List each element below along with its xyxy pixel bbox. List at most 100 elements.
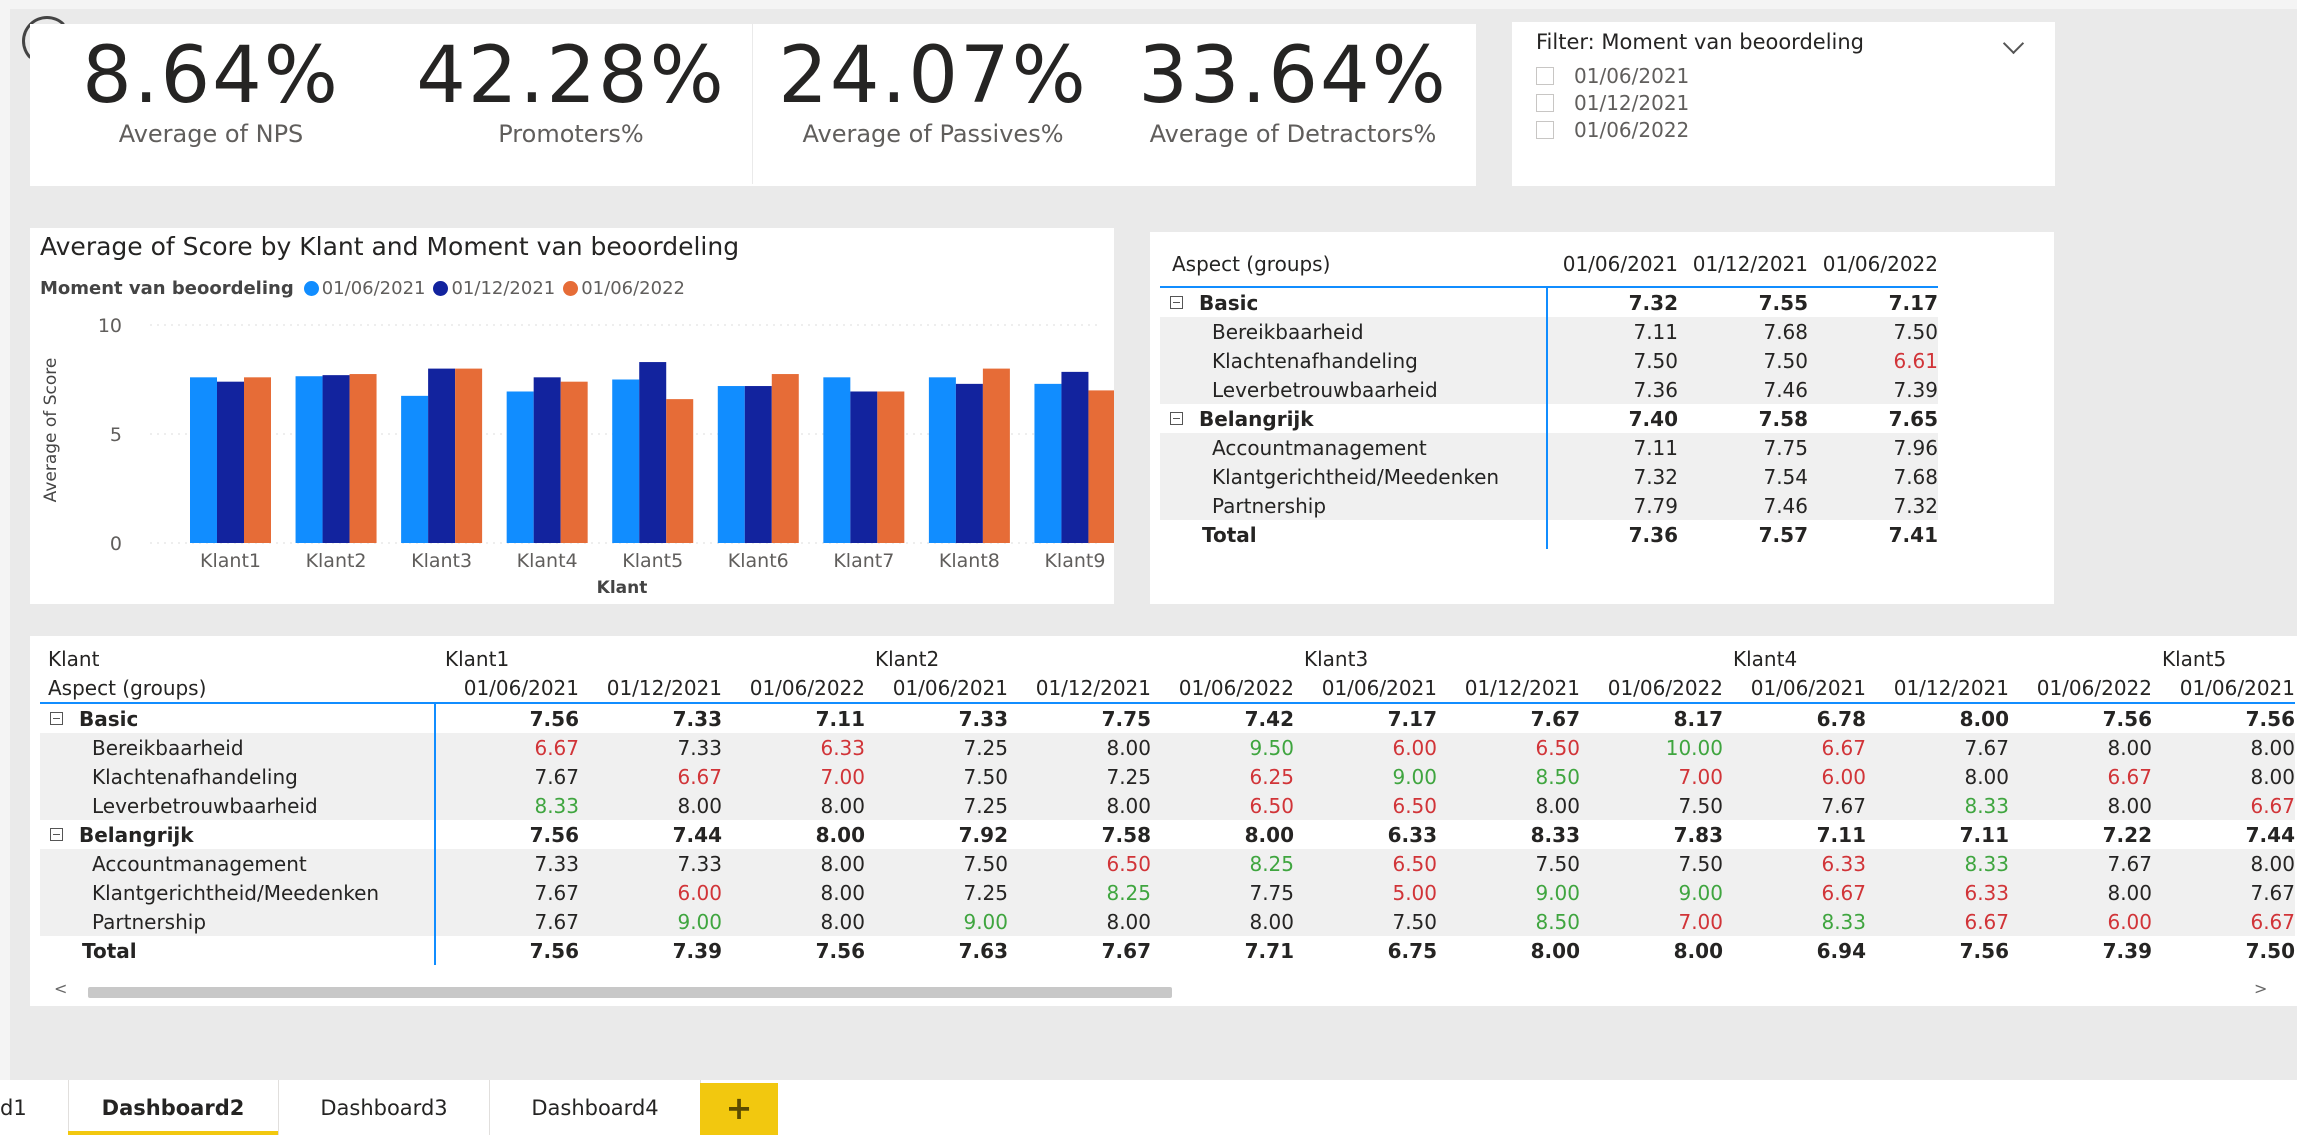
legend-item[interactable]: 01/12/2021 [433, 278, 555, 299]
collapse-toggle-icon[interactable] [50, 711, 63, 725]
chart-title: Average of Score by Klant and Moment van… [40, 232, 740, 261]
matrix-row[interactable]: Accountmanagement 7.33 7.33 8.00 7.50 6.50 8.2… [40, 849, 2295, 878]
bar-klant1-2[interactable] [217, 381, 244, 543]
row-label[interactable]: Belangrijk [1160, 404, 1548, 433]
row-label[interactable]: Belangrijk [40, 820, 436, 849]
value-cell: 7.11 [1547, 433, 1678, 462]
column-header: 01/06/2022 [1151, 673, 1294, 704]
value-cell: 7.11 [815, 706, 865, 731]
tab-dashboard3[interactable]: Dashboard3 [279, 1080, 490, 1135]
add-page-button[interactable]: + [700, 1083, 778, 1135]
matrix-row[interactable]: Partnership 7.67 9.00 8.00 9.00 8.00 8.00 7.50 8… [40, 907, 2295, 936]
value-cell: 6.00 [1294, 733, 1437, 762]
scrollbar-thumb[interactable] [88, 987, 1172, 998]
column-header: 01/12/2021 [1437, 673, 1580, 704]
bar-klant8-2[interactable] [955, 383, 983, 543]
y-tick-label: 10 [98, 315, 122, 337]
bar-klant3-3[interactable] [455, 368, 483, 543]
bar-klant6-1[interactable] [717, 386, 745, 543]
matrix-row[interactable]: Total 7.56 7.39 7.56 7.63 7.67 7.71 6.75 8.00 8.0… [40, 936, 2295, 965]
horizontal-scrollbar[interactable]: < > [40, 979, 2297, 1001]
collapse-toggle-icon[interactable] [1170, 411, 1183, 425]
bar-klant3-2[interactable] [428, 368, 456, 543]
matrix-header-row: Aspect (groups) 01/06/2021 01/12/2021 01/06… [1160, 242, 1938, 288]
matrix-row[interactable]: Belangrijk 7.56 7.44 8.00 7.92 7.58 8.00 6.33 8.… [40, 820, 2295, 849]
matrix-row[interactable]: Leverbetrouwbaarheid 7.36 7.46 7.39 [1160, 375, 1938, 404]
matrix-row[interactable]: Basic 7.32 7.55 7.17 [1160, 287, 1938, 317]
scroll-left-arrow[interactable]: < [54, 979, 67, 998]
tab-dashboard1[interactable]: d1 [0, 1080, 69, 1135]
bar-klant7-2[interactable] [850, 391, 878, 543]
matrix-row[interactable]: Leverbetrouwbaarheid 8.33 8.00 8.00 7.25 8.00… [40, 791, 2295, 820]
slicer-item[interactable]: 01/06/2021 [1536, 64, 1689, 88]
value-cell: 8.33 [1866, 849, 2009, 878]
bar-klant8-3[interactable] [982, 368, 1010, 543]
kpi-value: 42.28% [416, 31, 726, 121]
matrix-row[interactable]: Klantgerichtheid/Meedenken 7.67 6.00 8.00 7.… [40, 878, 2295, 907]
bar-klant9-2[interactable] [1061, 371, 1089, 543]
matrix-row[interactable]: Total 7.36 7.57 7.41 [1160, 520, 1938, 549]
checkbox[interactable] [1536, 94, 1554, 112]
collapse-toggle-icon[interactable] [1170, 295, 1183, 309]
bar-klant6-3[interactable] [771, 374, 799, 543]
kpi-nps[interactable]: 8.64% Average of NPS [36, 28, 386, 148]
row-label[interactable]: Basic [40, 703, 436, 733]
kpi-passives[interactable]: 24.07% Average of Passives% [758, 28, 1108, 148]
matrix-row[interactable]: Klantgerichtheid/Meedenken 7.32 7.54 7.68 [1160, 462, 1938, 491]
x-tick-label: Klant3 [411, 550, 472, 572]
bar-klant7-1[interactable] [823, 377, 851, 543]
scroll-right-arrow[interactable]: > [2254, 979, 2267, 998]
value-cell: 7.56 [529, 822, 579, 847]
value-cell: 6.67 [579, 762, 722, 791]
bar-klant9-3[interactable] [1088, 390, 1114, 543]
legend-dot [303, 281, 319, 296]
bar-klant4-2[interactable] [533, 377, 561, 543]
matrix-row[interactable]: Belangrijk 7.40 7.58 7.65 [1160, 404, 1938, 433]
kpi-value: 24.07% [778, 31, 1088, 121]
matrix-row[interactable]: Basic 7.56 7.33 7.11 7.33 7.75 7.42 7.17 7.67 8.1… [40, 703, 2295, 733]
legend-item[interactable]: 01/06/2021 [303, 278, 425, 299]
value-cell: 8.00 [579, 791, 722, 820]
matrix-row[interactable]: Klachtenafhandeling 7.50 7.50 6.61 [1160, 346, 1938, 375]
bar-klant2-2[interactable] [322, 375, 350, 543]
matrix-row[interactable]: Partnership 7.79 7.46 7.32 [1160, 491, 1938, 520]
bar-klant1-1[interactable] [190, 377, 217, 543]
value-cell: 8.00 [2152, 762, 2295, 791]
bar-klant5-2[interactable] [639, 362, 667, 543]
bar-klant2-3[interactable] [349, 374, 377, 543]
value-cell: 6.33 [722, 733, 865, 762]
tab-dashboard4[interactable]: Dashboard4 [490, 1080, 701, 1135]
chart-legend: Moment van beoordeling 01/06/2021 01/12/… [40, 278, 693, 299]
column-header: 01/06/2021 [2152, 673, 2295, 704]
row-label[interactable]: Basic [1160, 287, 1548, 317]
bar-klant8-1[interactable] [928, 377, 956, 543]
bar-klant6-2[interactable] [744, 386, 772, 543]
bar-klant4-3[interactable] [560, 381, 588, 543]
kpi-detractors[interactable]: 33.64% Average of Detractors% [1118, 28, 1468, 148]
bar-klant4-1[interactable] [506, 391, 534, 543]
row-label-text: Basic [79, 706, 139, 731]
slicer-item[interactable]: 01/06/2022 [1536, 118, 1689, 142]
legend-item[interactable]: 01/06/2022 [563, 278, 685, 299]
bar-klant5-1[interactable] [612, 379, 640, 544]
bar-klant9-1[interactable] [1034, 383, 1062, 543]
collapse-toggle-icon[interactable] [50, 827, 63, 841]
bar-klant5-3[interactable] [666, 399, 694, 543]
bar-klant3-1[interactable] [401, 395, 429, 543]
bar-klant1-3[interactable] [244, 377, 271, 543]
slicer-item[interactable]: 01/12/2021 [1536, 91, 1689, 115]
bar-klant2-1[interactable] [295, 376, 323, 543]
value-cell: 8.33 [1866, 791, 2009, 820]
checkbox[interactable] [1536, 67, 1554, 85]
bar-klant7-3[interactable] [877, 391, 905, 543]
matrix-row[interactable]: Bereikbaarheid 7.11 7.68 7.50 [1160, 317, 1938, 346]
tab-dashboard2[interactable]: Dashboard2 [68, 1080, 279, 1135]
checkbox[interactable] [1536, 121, 1554, 139]
row-label-text: Basic [1199, 290, 1259, 315]
row-label-text: Bereikbaarheid [1212, 319, 1364, 344]
bar-chart[interactable]: 0 5 10 Klant1 Klant2 Klant3 Klant4 Klant5 Klant6… [30, 300, 1114, 604]
matrix-row[interactable]: Bereikbaarheid 6.67 7.33 6.33 7.25 8.00 9.50 6.… [40, 733, 2295, 762]
matrix-row[interactable]: Accountmanagement 7.11 7.75 7.96 [1160, 433, 1938, 462]
kpi-promoters[interactable]: 42.28% Promoters% [396, 28, 746, 148]
matrix-row[interactable]: Klachtenafhandeling 7.67 6.67 7.00 7.50 7.25 6… [40, 762, 2295, 791]
